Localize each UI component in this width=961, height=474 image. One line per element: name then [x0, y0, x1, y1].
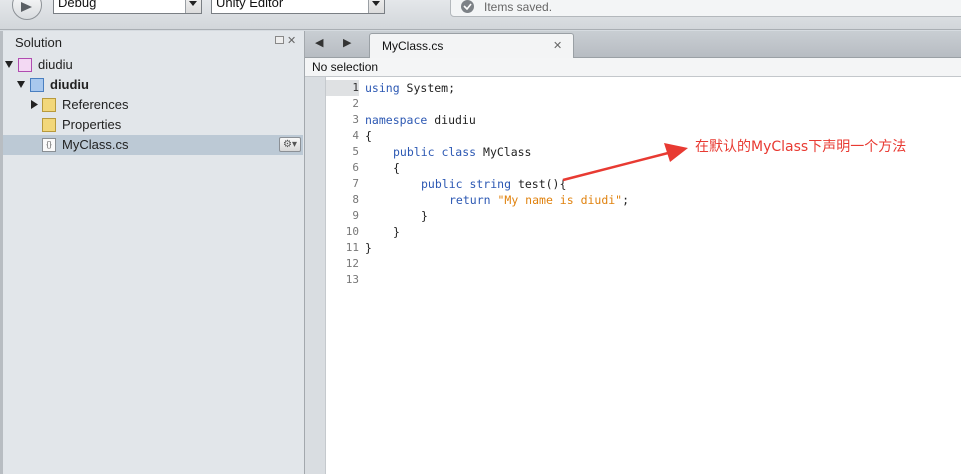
code-text: test(){: [511, 177, 567, 191]
chevron-down-icon: [372, 1, 380, 6]
editor-margin: [305, 77, 326, 474]
target-select[interactable]: Unity Editor: [211, 0, 385, 14]
tree-item-properties[interactable]: Properties: [3, 115, 303, 135]
code-line-11: }: [365, 241, 372, 255]
line-number: 10: [345, 225, 359, 238]
expanded-triangle-icon[interactable]: [17, 81, 25, 88]
run-button[interactable]: [12, 0, 42, 20]
code-line-5: public class MyClass: [393, 144, 531, 160]
tree-item-label: diudiu: [50, 77, 89, 92]
string-literal: "My name is diudi": [497, 193, 623, 207]
target-select-value: Unity Editor: [216, 0, 284, 10]
annotation-arrow-icon: [562, 143, 688, 182]
chevron-down-icon: [189, 1, 197, 6]
line-number: 8: [352, 193, 359, 206]
code-text: System;: [399, 81, 456, 95]
line-number: 6: [352, 161, 359, 174]
solution-pad-title: Solution: [15, 35, 62, 50]
expanded-triangle-icon[interactable]: [5, 61, 13, 68]
solution-pad-header: Solution ✕: [3, 31, 303, 53]
project-icon: [30, 78, 44, 92]
line-number: 5: [352, 145, 359, 158]
document-tab-bar: ◀ ▶ MyClass.cs ✕: [305, 31, 961, 58]
folder-icon: [42, 118, 56, 132]
code-line-8: return "My name is diudi";: [449, 192, 629, 208]
code-line-1: using System;: [365, 80, 455, 96]
tree-item-label: References: [62, 97, 129, 112]
code-line-7: public string test(){: [421, 176, 566, 192]
navigate-back-icon[interactable]: ◀: [315, 36, 323, 49]
tree-item-label: diudiu: [38, 57, 73, 72]
target-dropdown-arrow[interactable]: [368, 0, 384, 13]
code-text: MyClass: [476, 145, 532, 159]
code-line-3: namespace diudiu: [365, 112, 476, 128]
code-line-9: }: [421, 209, 428, 223]
line-number: 12: [345, 257, 359, 270]
tab-close-icon[interactable]: ✕: [553, 39, 562, 52]
tree-item-label: Properties: [62, 117, 122, 132]
csharp-file-icon: {}: [42, 138, 56, 152]
tree-item-solution[interactable]: diudiu: [3, 55, 303, 75]
path-bar[interactable]: No selection: [305, 58, 961, 77]
line-number: 11: [345, 241, 359, 254]
pin-icon[interactable]: [275, 36, 284, 44]
close-icon[interactable]: ✕: [287, 34, 296, 47]
code-text: diudiu: [427, 113, 476, 127]
annotation-text: 在默认的MyClass下声明一个方法: [695, 139, 907, 155]
tab-myclass[interactable]: MyClass.cs ✕: [369, 33, 574, 58]
solution-pad: Solution ✕ diudiu diudiu References Prop…: [3, 31, 305, 474]
code-line-4: {: [365, 129, 372, 143]
line-number: 2: [352, 97, 359, 110]
tree-item-label: MyClass.cs: [62, 137, 129, 152]
line-number: 13: [345, 273, 359, 286]
tree-item-myclass-file[interactable]: {} MyClass.cs ⚙▾: [3, 135, 303, 155]
check-icon: [461, 0, 474, 13]
gear-icon[interactable]: ⚙▾: [279, 137, 301, 152]
keyword: public string: [421, 177, 512, 191]
play-icon: [21, 2, 32, 12]
keyword: return: [449, 193, 491, 207]
tab-label: MyClass.cs: [382, 39, 444, 53]
code-line-6: {: [393, 161, 400, 175]
tree-item-references[interactable]: References: [3, 95, 303, 115]
line-number: 4: [352, 129, 359, 142]
keyword: namespace: [365, 113, 428, 127]
configuration-select-value: Debug: [58, 0, 97, 10]
line-number: 9: [352, 209, 359, 222]
navigate-forward-icon[interactable]: ▶: [343, 36, 351, 49]
solution-icon: [18, 58, 32, 72]
references-folder-icon: [42, 98, 56, 112]
line-number: 3: [352, 113, 359, 126]
collapsed-triangle-icon[interactable]: [31, 100, 38, 109]
main-toolbar: Debug Unity Editor Items saved.: [0, 0, 961, 30]
keyword: using: [365, 81, 400, 95]
status-message: Items saved.: [484, 0, 553, 14]
path-bar-label: No selection: [312, 60, 379, 74]
status-bar: Items saved.: [450, 0, 961, 17]
configuration-dropdown-arrow[interactable]: [185, 0, 201, 13]
configuration-select[interactable]: Debug: [53, 0, 202, 14]
keyword: public class: [393, 145, 477, 159]
line-number: 1: [326, 80, 359, 96]
code-line-10: }: [393, 225, 400, 239]
code-text: ;: [622, 193, 630, 207]
line-number: 7: [352, 177, 359, 190]
tree-item-project[interactable]: diudiu: [3, 75, 303, 95]
